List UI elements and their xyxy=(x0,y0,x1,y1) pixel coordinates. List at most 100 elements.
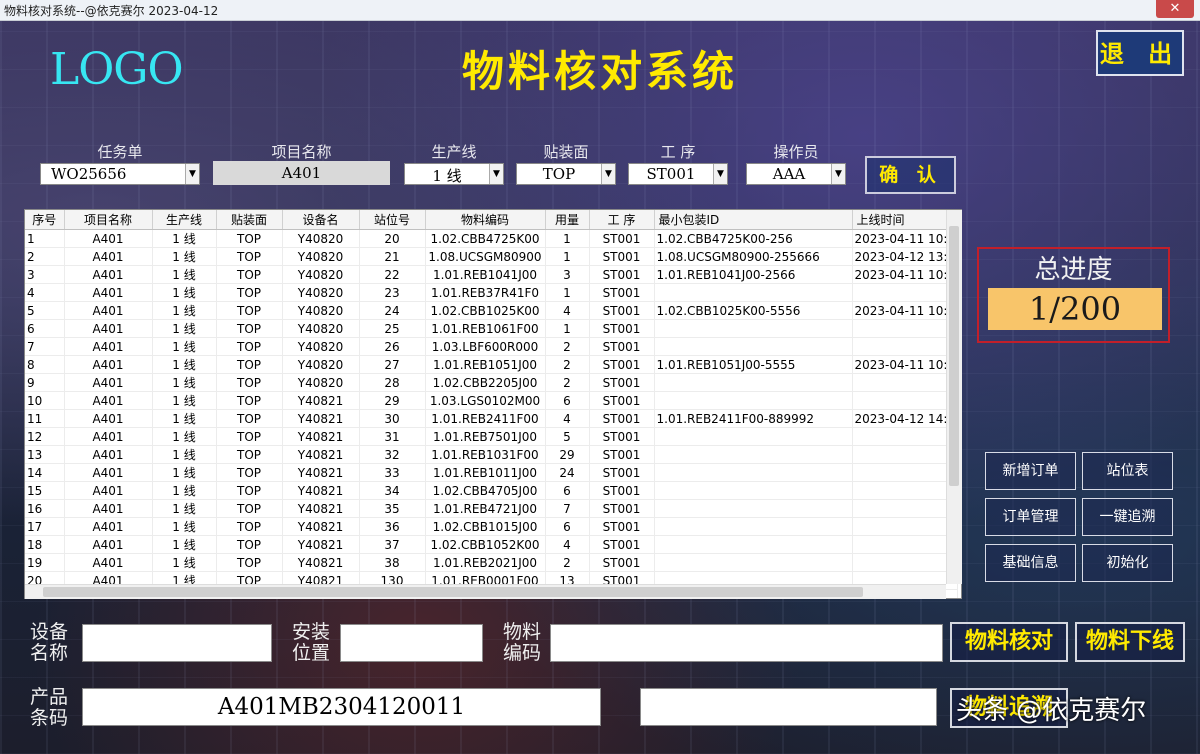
operator-select[interactable]: AAA ▼ xyxy=(746,163,846,185)
table-cell: Y40820 xyxy=(282,337,360,356)
table-cell: 31 xyxy=(359,427,426,446)
one-click-trace-button[interactable]: 一键追溯 xyxy=(1082,498,1173,536)
table-cell xyxy=(654,337,853,356)
device-name-input[interactable] xyxy=(82,624,272,662)
horizontal-scrollbar[interactable] xyxy=(25,584,946,599)
table-row[interactable]: 18 A401 1 线 TOP Y40821 37 1.02.CBB1052K00 4 ST00… xyxy=(25,535,958,554)
table-row[interactable]: 2 A401 1 线 TOP Y40820 21 1.08.UCSGM80900 1 ST001… xyxy=(25,247,958,266)
table-row[interactable]: 5 A401 1 线 TOP Y40820 24 1.02.CBB1025K00 4 ST001… xyxy=(25,301,958,320)
column-header[interactable]: 站位号 xyxy=(359,210,426,230)
table-cell: Y40820 xyxy=(282,229,360,248)
table-cell: 1.01.REB2021J00 xyxy=(425,553,546,572)
table-cell: TOP xyxy=(216,337,283,356)
table-cell: 1 xyxy=(25,229,65,248)
table-cell: TOP xyxy=(216,283,283,302)
table-cell: Y40821 xyxy=(282,445,360,464)
table-row[interactable]: 19 A401 1 线 TOP Y40821 38 1.01.REB2021J00 2 ST00… xyxy=(25,553,958,572)
table-cell: 1.01.REB1061F00 xyxy=(425,319,546,338)
column-header[interactable]: 用量 xyxy=(545,210,590,230)
material-table[interactable]: 序号 项目名称 生产线 贴装面 设备名 站位号 物料编码 用量工 序最小包装ID 上线时间 1A… xyxy=(24,209,962,599)
initialize-button[interactable]: 初始化 xyxy=(1082,544,1173,582)
table-row[interactable]: 16 A401 1 线 TOP Y40821 35 1.01.REB4721J00 7 ST00… xyxy=(25,499,958,518)
column-header[interactable]: 物料编码 xyxy=(425,210,546,230)
table-row[interactable]: 8 A401 1 线 TOP Y40820 27 1.01.REB1051J00 2 ST001… xyxy=(25,355,958,374)
exit-button[interactable]: 退 出 xyxy=(1096,30,1184,76)
column-header[interactable]: 序号 xyxy=(25,210,65,230)
window-close-button[interactable]: ✕ xyxy=(1156,0,1194,18)
column-header[interactable]: 贴装面 xyxy=(216,210,283,230)
table-row[interactable]: 9 A401 1 线 TOP Y40820 28 1.02.CBB2205J00 2 ST001 xyxy=(25,373,958,392)
chevron-down-icon[interactable]: ▼ xyxy=(831,164,845,184)
product-barcode-input[interactable]: A401MB2304120011 xyxy=(82,688,601,726)
table-cell: 2023-04-12 13:3 xyxy=(852,247,958,266)
station-table-button[interactable]: 站位表 xyxy=(1082,452,1173,490)
material-offline-button[interactable]: 物料下线 xyxy=(1075,622,1185,662)
side-select[interactable]: TOP ▼ xyxy=(516,163,616,185)
column-header[interactable]: 工 序 xyxy=(589,210,655,230)
table-row[interactable]: 7 A401 1 线 TOP Y40820 26 1.03.LBF600R000 2 ST001 xyxy=(25,337,958,356)
column-header[interactable]: 项目名称 xyxy=(64,210,153,230)
chevron-down-icon[interactable]: ▼ xyxy=(713,164,727,184)
progress-panel: 总进度 1/200 xyxy=(977,247,1170,343)
table-row[interactable]: 12 A401 1 线 TOP Y40821 31 1.01.REB7501J00 5 ST00… xyxy=(25,427,958,446)
table-row[interactable]: 11 A401 1 线 TOP Y40821 30 1.01.REB2411F00 4 ST00… xyxy=(25,409,958,428)
material-check-button[interactable]: 物料核对 xyxy=(950,622,1068,662)
line-select[interactable]: 1 线 ▼ xyxy=(404,163,504,185)
chevron-down-icon[interactable]: ▼ xyxy=(489,164,503,184)
table-cell: A401 xyxy=(64,499,153,518)
table-cell: A401 xyxy=(64,445,153,464)
table-cell: ST001 xyxy=(589,427,655,446)
table-cell: 25 xyxy=(359,319,426,338)
table-cell: ST001 xyxy=(589,283,655,302)
table-cell: 1.02.CBB1025K00-5556 xyxy=(654,301,853,320)
confirm-button[interactable]: 确 认 xyxy=(865,156,956,194)
vertical-scrollbar[interactable] xyxy=(946,210,962,584)
table-row[interactable]: 14 A401 1 线 TOP Y40821 33 1.01.REB1011J00 24 ST0… xyxy=(25,463,958,482)
table-cell: A401 xyxy=(64,481,153,500)
table-cell xyxy=(654,319,853,338)
table-cell: 2 xyxy=(545,373,590,392)
table-row[interactable]: 13 A401 1 线 TOP Y40821 32 1.01.REB1031F00 29 ST0… xyxy=(25,445,958,464)
table-cell: 1.08.UCSGM80900-255666 xyxy=(654,247,853,266)
table-cell: 10 xyxy=(25,391,65,410)
basic-info-button[interactable]: 基础信息 xyxy=(985,544,1076,582)
table-cell: ST001 xyxy=(589,373,655,392)
table-cell: 1.01.REB1031F00 xyxy=(425,445,546,464)
process-select[interactable]: ST001 ▼ xyxy=(628,163,728,185)
order-management-button[interactable]: 订单管理 xyxy=(985,498,1076,536)
table-cell: TOP xyxy=(216,409,283,428)
scroll-thumb[interactable] xyxy=(949,226,959,486)
table-row[interactable]: 10 A401 1 线 TOP Y40821 29 1.03.LGS0102M00 6 ST00… xyxy=(25,391,958,410)
table-cell xyxy=(852,283,958,302)
table-cell: 9 xyxy=(25,373,65,392)
table-row[interactable]: 1 A401 1 线 TOP Y40820 20 1.02.CBB4725K00 1 ST001… xyxy=(25,229,958,248)
table-cell: 1 线 xyxy=(152,445,217,464)
trace-result-input[interactable] xyxy=(640,688,937,726)
table-row[interactable]: 15 A401 1 线 TOP Y40821 34 1.02.CBB4705J00 6 ST00… xyxy=(25,481,958,500)
table-cell: 38 xyxy=(359,553,426,572)
new-order-button[interactable]: 新增订单 xyxy=(985,452,1076,490)
progress-value: 1/200 xyxy=(988,288,1162,330)
install-position-input[interactable] xyxy=(340,624,483,662)
table-row[interactable]: 4 A401 1 线 TOP Y40820 23 1.01.REB37R41F0 1 ST001 xyxy=(25,283,958,302)
table-row[interactable]: 3 A401 1 线 TOP Y40820 22 1.01.REB1041J00 3 ST001… xyxy=(25,265,958,284)
chevron-down-icon[interactable]: ▼ xyxy=(601,164,615,184)
table-row[interactable]: 6 A401 1 线 TOP Y40820 25 1.01.REB1061F00 1 ST001 xyxy=(25,319,958,338)
task-select[interactable]: WO25656 ▼ xyxy=(40,163,200,185)
app-title: 物料核对系统 xyxy=(461,47,738,96)
table-cell: 4 xyxy=(25,283,65,302)
table-cell: A401 xyxy=(64,355,153,374)
table-cell: TOP xyxy=(216,355,283,374)
column-header[interactable]: 上线时间 xyxy=(852,210,958,230)
table-cell: 2023-04-12 14:1 xyxy=(852,409,958,428)
table-row[interactable]: 17 A401 1 线 TOP Y40821 36 1.02.CBB1015J00 6 ST00… xyxy=(25,517,958,536)
table-cell: 3 xyxy=(545,265,590,284)
column-header[interactable]: 生产线 xyxy=(152,210,217,230)
scroll-thumb[interactable] xyxy=(43,587,863,597)
table-cell: 15 xyxy=(25,481,65,500)
column-header[interactable]: 设备名 xyxy=(282,210,360,230)
table-cell xyxy=(852,445,958,464)
material-code-input[interactable] xyxy=(550,624,943,662)
chevron-down-icon[interactable]: ▼ xyxy=(185,164,199,184)
column-header[interactable]: 最小包装ID xyxy=(654,210,853,230)
